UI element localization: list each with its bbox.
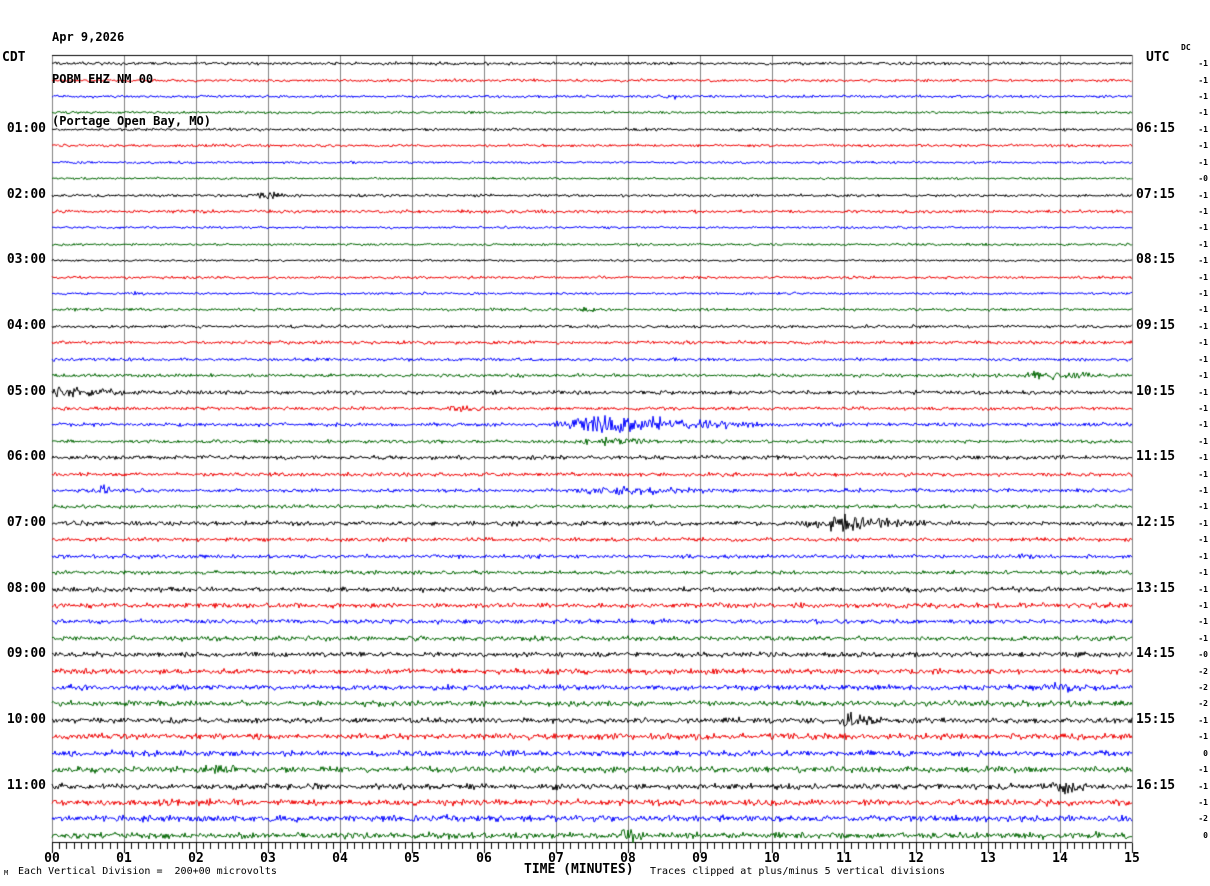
dc-offset-value: 0 <box>1203 749 1208 758</box>
cdt-hour-label: 08:00 <box>6 581 46 596</box>
x-tick-label: 14 <box>1052 851 1068 866</box>
right-axis-title: UTC <box>1146 50 1170 65</box>
dc-offset-value: -1 <box>1198 732 1208 741</box>
dc-offset-value: -2 <box>1198 667 1208 676</box>
dc-offset-value: -1 <box>1198 519 1208 528</box>
utc-hour-label: 09:15 <box>1136 318 1176 333</box>
dc-offset-value: -1 <box>1198 585 1208 594</box>
x-tick-label: 02 <box>188 851 204 866</box>
watermark-glyph: M <box>4 869 9 877</box>
cdt-hour-label: 03:00 <box>6 252 46 267</box>
dc-offset-value: -1 <box>1198 765 1208 774</box>
dc-offset-value: -1 <box>1198 338 1208 347</box>
dc-offset-value: -1 <box>1198 486 1208 495</box>
utc-hour-label: 07:15 <box>1136 187 1176 202</box>
dc-offset-value: -1 <box>1198 240 1208 249</box>
x-tick-label: 00 <box>44 851 60 866</box>
dc-offset-value: -1 <box>1198 305 1208 314</box>
utc-hour-label: 16:15 <box>1136 778 1176 793</box>
utc-hour-label: 10:15 <box>1136 384 1176 399</box>
dc-offset-value: -1 <box>1198 223 1208 232</box>
cdt-hour-label: 07:00 <box>6 515 46 530</box>
dc-offset-value: -1 <box>1198 371 1208 380</box>
x-tick-label: 05 <box>404 851 420 866</box>
left-axis-title: CDT <box>2 50 26 65</box>
cdt-hour-label: 11:00 <box>6 778 46 793</box>
dc-offset-value: -1 <box>1198 404 1208 413</box>
dc-offset-value: -1 <box>1198 535 1208 544</box>
dc-offset-value: -1 <box>1198 355 1208 364</box>
dc-offset-value: -1 <box>1198 92 1208 101</box>
x-tick-label: 15 <box>1124 851 1140 866</box>
dc-offset-value: -1 <box>1198 191 1208 200</box>
dc-offset-value: -1 <box>1198 108 1208 117</box>
x-tick-label: 01 <box>116 851 132 866</box>
header-station-code: POBM EHZ NM 00 <box>52 72 154 86</box>
utc-hour-label: 06:15 <box>1136 121 1176 136</box>
x-tick-label: 10 <box>764 851 780 866</box>
dc-offset-value: -2 <box>1198 683 1208 692</box>
dc-offset-value: -1 <box>1198 388 1208 397</box>
dc-offset-value: -1 <box>1198 437 1208 446</box>
dc-offset-value: -1 <box>1198 420 1208 429</box>
dc-offset-value: -1 <box>1198 634 1208 643</box>
cdt-hour-label: 05:00 <box>6 384 46 399</box>
helicorder-page: Apr 9,2026 POBM EHZ NM 00 (Portage Open … <box>0 0 1210 886</box>
header-date: Apr 9,2026 <box>52 30 125 44</box>
dc-offset-value: -2 <box>1198 699 1208 708</box>
dc-offset-value: -1 <box>1198 256 1208 265</box>
utc-hour-label: 12:15 <box>1136 515 1176 530</box>
x-tick-label: 12 <box>908 851 924 866</box>
cdt-hour-label: 09:00 <box>6 646 46 661</box>
dc-offset-value: -1 <box>1198 76 1208 85</box>
clipping-note: Traces clipped at plus/minus 5 vertical … <box>650 866 946 877</box>
dc-offset-value: -1 <box>1198 502 1208 511</box>
dc-offset-value: -1 <box>1198 782 1208 791</box>
vertical-division-scale-note: Each Vertical Division = 200+00 microvol… <box>18 866 277 877</box>
dc-offset-value: -0 <box>1198 174 1208 183</box>
dc-offset-value: -1 <box>1198 158 1208 167</box>
cdt-hour-label: 02:00 <box>6 187 46 202</box>
utc-hour-label: 08:15 <box>1136 252 1176 267</box>
plot-header: Apr 9,2026 POBM EHZ NM 00 (Portage Open … <box>52 2 211 156</box>
utc-hour-label: 14:15 <box>1136 646 1176 661</box>
dc-offset-value: -1 <box>1198 617 1208 626</box>
cdt-hour-label: 04:00 <box>6 318 46 333</box>
dc-offset-value: -1 <box>1198 453 1208 462</box>
x-tick-label: 03 <box>260 851 276 866</box>
utc-hour-label: 11:15 <box>1136 449 1176 464</box>
dc-offset-value: -1 <box>1198 568 1208 577</box>
dc-offset-value: -1 <box>1198 289 1208 298</box>
dc-offset-value: -0 <box>1198 650 1208 659</box>
dc-offset-value: -1 <box>1198 125 1208 134</box>
dc-column-header: DC <box>1181 43 1191 52</box>
cdt-hour-label: 01:00 <box>6 121 46 136</box>
x-tick-label: 09 <box>692 851 708 866</box>
dc-offset-value: -1 <box>1198 322 1208 331</box>
dc-offset-value: -1 <box>1198 601 1208 610</box>
dc-offset-value: -2 <box>1198 814 1208 823</box>
dc-offset-value: -1 <box>1198 470 1208 479</box>
dc-offset-value: 0 <box>1203 831 1208 840</box>
x-tick-label: 04 <box>332 851 348 866</box>
x-tick-label: 06 <box>476 851 492 866</box>
dc-offset-value: -1 <box>1198 273 1208 282</box>
utc-hour-label: 15:15 <box>1136 712 1176 727</box>
dc-offset-value: -1 <box>1198 716 1208 725</box>
dc-offset-value: -1 <box>1198 798 1208 807</box>
dc-offset-value: -1 <box>1198 59 1208 68</box>
x-axis-title: TIME (MINUTES) <box>524 862 634 877</box>
header-station-location: (Portage Open Bay, MO) <box>52 114 211 128</box>
dc-offset-value: -1 <box>1198 207 1208 216</box>
dc-offset-value: -1 <box>1198 141 1208 150</box>
cdt-hour-label: 06:00 <box>6 449 46 464</box>
x-tick-label: 13 <box>980 851 996 866</box>
utc-hour-label: 13:15 <box>1136 581 1176 596</box>
x-tick-label: 11 <box>836 851 852 866</box>
cdt-hour-label: 10:00 <box>6 712 46 727</box>
dc-offset-value: -1 <box>1198 552 1208 561</box>
